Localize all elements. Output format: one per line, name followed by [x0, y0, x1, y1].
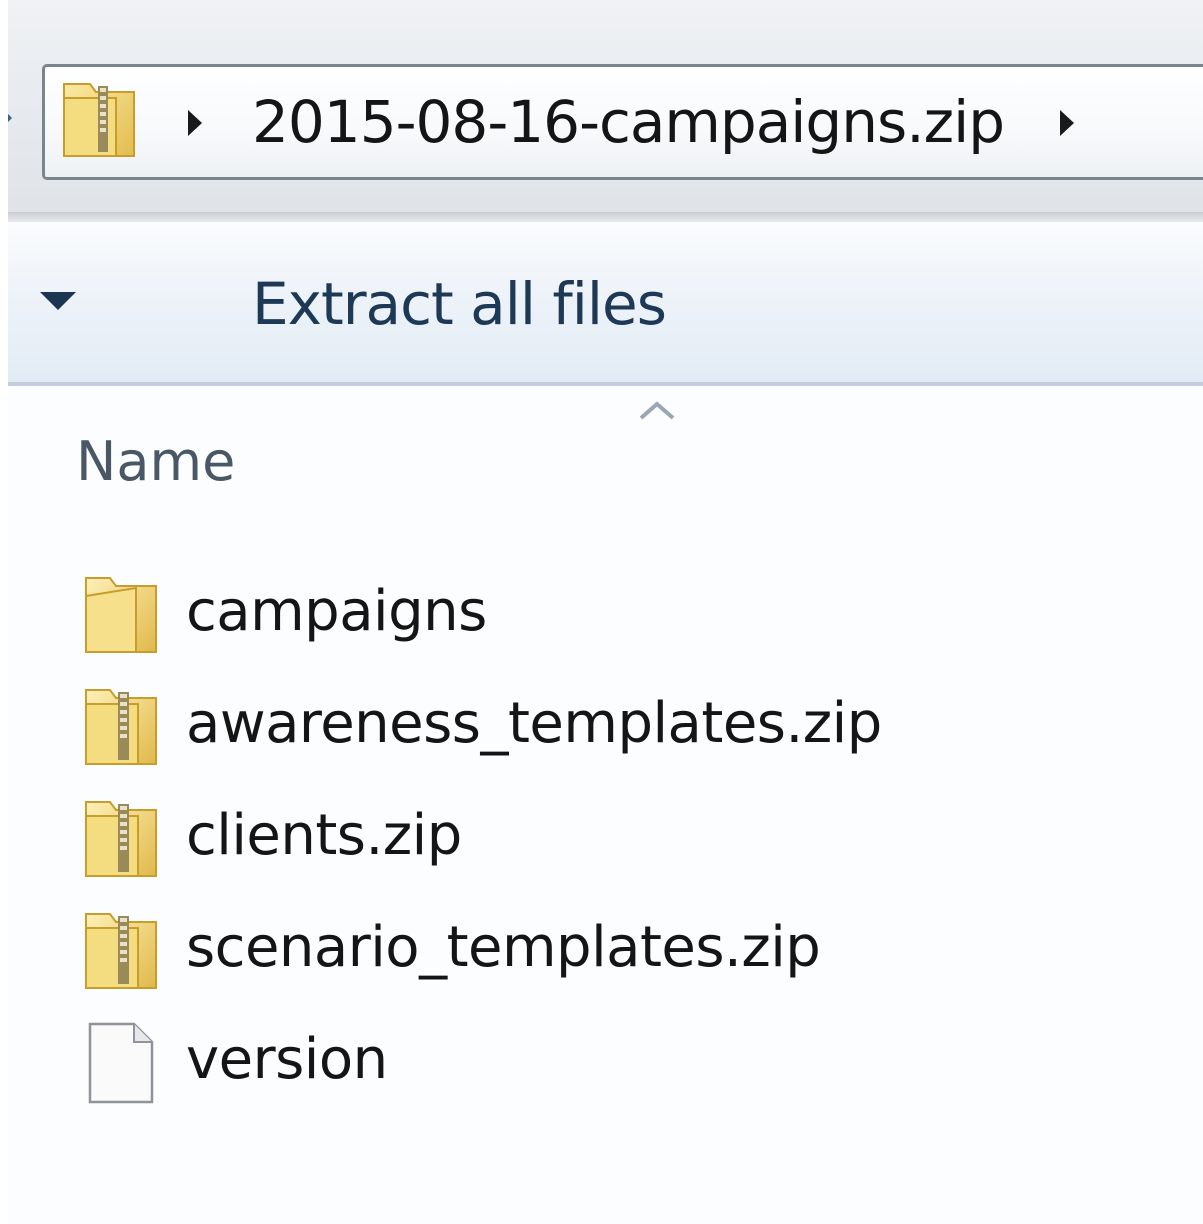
zip-folder-icon — [85, 913, 157, 989]
sort-ascending-icon — [639, 401, 675, 420]
file-name: clients.zip — [186, 803, 462, 868]
explorer-window: 2015-08-16-campaigns.zip Extract all fil… — [0, 0, 1203, 1224]
file-row-clients[interactable]: clients.zip — [70, 784, 1150, 888]
file-row-version[interactable]: version — [70, 1008, 1150, 1112]
file-row-awareness-templates[interactable]: awareness_templates.zip — [70, 672, 1150, 776]
breadcrumb-separator-icon[interactable] — [188, 110, 202, 136]
extract-all-files-button[interactable]: Extract all files — [228, 256, 690, 352]
zip-folder-icon — [63, 83, 135, 157]
column-header-name[interactable]: Name — [76, 426, 235, 498]
breadcrumb-current[interactable]: 2015-08-16-campaigns.zip — [252, 84, 1005, 160]
file-row-scenario-templates[interactable]: scenario_templates.zip — [70, 896, 1150, 1000]
file-row-campaigns[interactable]: campaigns — [70, 560, 1150, 664]
breadcrumb-expand-icon[interactable] — [1060, 110, 1074, 136]
zip-folder-icon — [85, 801, 157, 877]
file-name: campaigns — [186, 579, 487, 644]
file-name: version — [186, 1027, 388, 1092]
window-edge — [0, 0, 8, 1224]
dropdown-arrow-icon[interactable] — [40, 292, 76, 310]
folder-icon — [85, 577, 157, 653]
file-name: awareness_templates.zip — [186, 691, 882, 756]
file-icon — [88, 1022, 154, 1104]
file-name: scenario_templates.zip — [186, 915, 821, 980]
extract-all-files-label: Extract all files — [252, 270, 667, 338]
zip-folder-icon — [85, 689, 157, 765]
address-strip-divider — [8, 212, 1203, 222]
